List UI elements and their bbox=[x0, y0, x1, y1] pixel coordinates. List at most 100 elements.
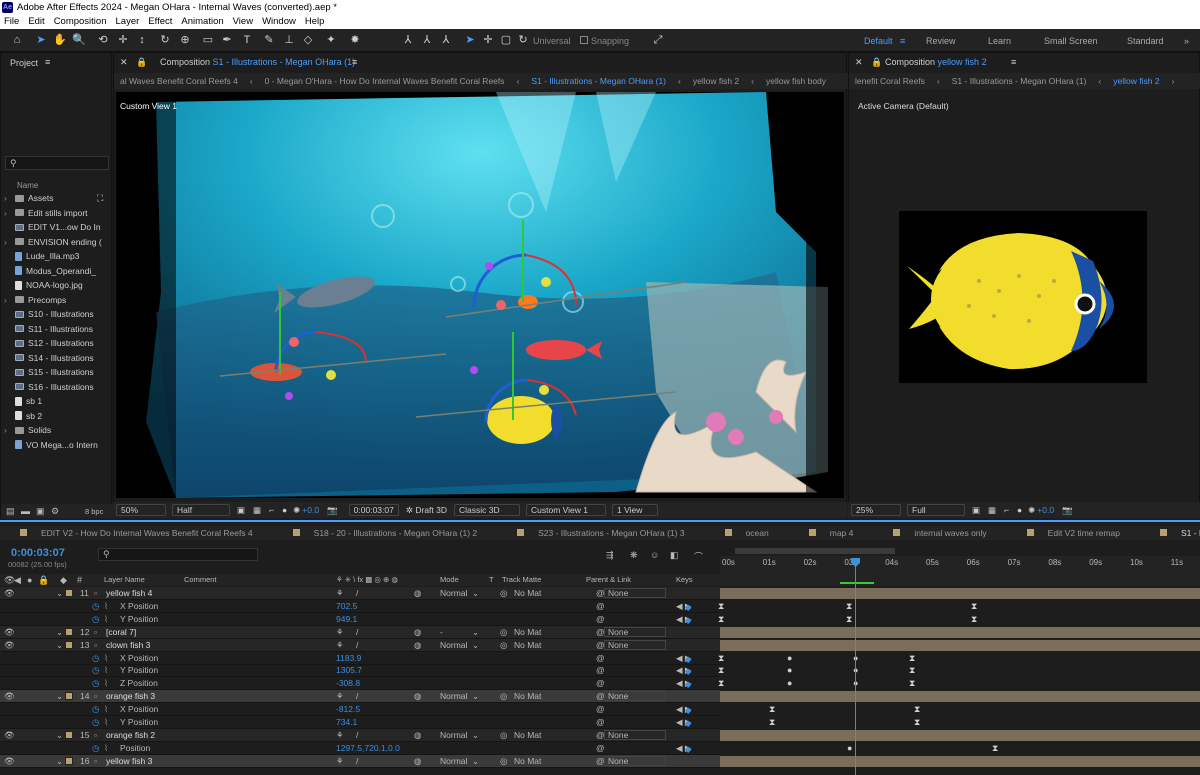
workspace-menu-icon[interactable]: ≡ bbox=[900, 36, 905, 46]
blend-mode-dropdown[interactable]: Normal bbox=[440, 730, 467, 740]
project-item[interactable]: › Precomps bbox=[4, 295, 66, 305]
shy-switch-icon[interactable]: ⚘ bbox=[336, 756, 344, 767]
parent-dropdown[interactable]: None bbox=[604, 729, 666, 740]
layer-name[interactable]: [coral 7] bbox=[106, 627, 136, 637]
renderer-dropdown[interactable]: Classic 3D bbox=[454, 504, 520, 516]
twirl-icon[interactable]: ⌄ bbox=[56, 756, 63, 767]
mode-chevron-icon[interactable]: ⌄ bbox=[472, 756, 479, 767]
project-item[interactable]: S11 - Illustrations bbox=[15, 324, 93, 334]
pan-behind-icon[interactable]: ⊕ bbox=[178, 33, 192, 47]
blend-mode-dropdown[interactable]: Normal bbox=[440, 691, 467, 701]
timeline-tab[interactable]: EDIT V2 - How Do Internal Waves Benefit … bbox=[14, 528, 259, 538]
nav-tab-1[interactable]: lenefit Coral Reefs bbox=[855, 76, 925, 86]
project-item[interactable]: sb 2 bbox=[15, 411, 42, 421]
project-item[interactable]: Modus_Operandi_ bbox=[15, 266, 96, 276]
pan-camera-icon[interactable]: ✛ bbox=[116, 33, 130, 47]
local-axis-icon[interactable]: ⅄ bbox=[401, 33, 415, 47]
timeline-tab[interactable]: Edit V2 time remap bbox=[1021, 528, 1126, 538]
draft-3d-icon[interactable]: ❋ bbox=[630, 550, 638, 561]
nav-tab-2[interactable]: S1 - Illustrations - Megan OHara (1) bbox=[952, 76, 1087, 86]
track-matte-dropdown[interactable]: No Mat bbox=[514, 691, 541, 701]
quality-switch-icon[interactable]: / bbox=[356, 691, 358, 701]
workspace-learn[interactable]: Learn bbox=[988, 36, 1011, 46]
menu-help[interactable]: Help bbox=[305, 16, 325, 27]
rotate-tool-icon[interactable]: ↻ bbox=[158, 33, 172, 47]
layer-row[interactable]: 👁 ⌄ 16 ▫ yellow fish 3 ⚘ / ◍ Normal ⌄ ◎ No Mat @ None bbox=[0, 754, 720, 768]
eye-icon[interactable]: 👁 bbox=[4, 627, 15, 638]
nav-tab-4[interactable]: yellow fish 2 bbox=[693, 76, 739, 86]
project-item[interactable]: › ENVISION ending ( bbox=[4, 237, 102, 247]
mode-chevron-icon[interactable]: ⌄ bbox=[472, 730, 479, 741]
lock-icon[interactable]: 🔒 bbox=[136, 57, 147, 68]
project-item[interactable]: S10 - Illustrations bbox=[15, 309, 94, 319]
layer-duration-bar[interactable] bbox=[720, 588, 1200, 599]
layer-row[interactable]: 👁 ⌄ 11 ▫ yellow fish 4 ⚘ / ◍ Normal ⌄ ◎ No Mat @ None bbox=[0, 587, 720, 600]
blend-mode-dropdown[interactable]: Normal bbox=[440, 588, 467, 598]
project-item[interactable]: EDIT V1...ow Do In bbox=[15, 222, 101, 232]
timeline-tab[interactable]: S1 - Illustr bbox=[1154, 528, 1200, 538]
parent-dropdown[interactable]: None bbox=[604, 639, 666, 650]
stopwatch-icon[interactable]: ◷ bbox=[92, 614, 99, 625]
stopwatch-icon[interactable]: ◷ bbox=[92, 704, 99, 715]
menu-effect[interactable]: Effect bbox=[148, 16, 172, 27]
composition-menu-icon[interactable]: ≡ bbox=[352, 57, 357, 67]
label-color-swatch[interactable] bbox=[65, 730, 73, 739]
3d-view-dropdown[interactable]: Custom View 1 bbox=[526, 504, 606, 516]
layer-row[interactable]: 👁 ⌄ 14 ▫ orange fish 3 ⚘ / ◍ Normal ⌄ ◎ No Mat @ None bbox=[0, 690, 720, 704]
nav-tab-3[interactable]: S1 - Illustrations - Megan OHara (1) bbox=[531, 76, 666, 86]
workspace-default[interactable]: Default bbox=[864, 36, 893, 46]
property-row[interactable]: ◷ ⌇ Y Position 1305.7 @ ◀ ◆ ▶ bbox=[0, 664, 720, 678]
project-item[interactable]: S16 - Illustrations bbox=[15, 382, 94, 392]
mask-visibility-icon[interactable]: ⌐ bbox=[1004, 505, 1009, 515]
menu-view[interactable]: View bbox=[233, 16, 253, 27]
project-search-input[interactable]: ⚲ bbox=[5, 156, 109, 170]
project-item[interactable]: S14 - Illustrations bbox=[15, 353, 94, 363]
property-row[interactable]: ◷ ⌇ Position 1297.5,720.1,0.0 @ ◀ ◆ ▶ bbox=[0, 742, 720, 755]
keyframe[interactable]: ● bbox=[787, 665, 792, 675]
project-flowchart-icon[interactable]: ⛶ bbox=[97, 193, 103, 204]
keyframe-navigator[interactable]: ◀ ◆ ▶ bbox=[676, 665, 691, 676]
mask-visibility-icon[interactable]: ⌐ bbox=[269, 505, 274, 515]
keyframe[interactable]: ⧗ bbox=[718, 678, 724, 689]
eye-icon[interactable]: 👁 bbox=[4, 730, 15, 741]
pickwhip-icon[interactable]: @ bbox=[596, 678, 605, 688]
3d-layer-switch-icon[interactable]: ◍ bbox=[414, 640, 421, 651]
property-row[interactable]: ◷ ⌇ Z Position -308.8 @ ◀ ◆ ▶ bbox=[0, 677, 720, 691]
color-channel-icon[interactable]: ● bbox=[282, 505, 287, 515]
workspace-standard[interactable]: Standard bbox=[1127, 36, 1164, 46]
shy-switch-icon[interactable]: ⚘ bbox=[336, 730, 344, 741]
view-axis-icon[interactable]: ⅄ bbox=[439, 33, 453, 47]
quality-switch-icon[interactable]: / bbox=[356, 756, 358, 766]
selection-3d-icon[interactable]: ➤ bbox=[463, 33, 477, 47]
keyframe-navigator[interactable]: ◀ ◆ ▶ bbox=[676, 743, 691, 754]
blend-mode-dropdown[interactable]: Normal bbox=[440, 640, 467, 650]
move-3d-icon[interactable]: ✛ bbox=[481, 33, 495, 47]
keyframe[interactable]: ⧗ bbox=[909, 653, 915, 664]
parent-dropdown[interactable]: None bbox=[604, 755, 666, 766]
property-row[interactable]: ◷ ⌇ X Position 702.5 @ ◀ ◆ ▶ bbox=[0, 600, 720, 613]
exposure-icon[interactable]: ✺ bbox=[1028, 505, 1035, 516]
composition-name[interactable]: yellow fish 2 bbox=[938, 57, 987, 67]
stopwatch-icon[interactable]: ◷ bbox=[92, 653, 99, 664]
keyframe[interactable]: ⧗ bbox=[718, 653, 724, 664]
eye-icon[interactable]: 👁 bbox=[4, 640, 15, 651]
3d-layer-switch-icon[interactable]: ◍ bbox=[414, 627, 421, 638]
hand-tool-icon[interactable]: ✋ bbox=[53, 33, 67, 47]
expand-icon[interactable]: › bbox=[4, 208, 7, 218]
keyframe[interactable]: ⧗ bbox=[914, 717, 920, 728]
3d-layer-switch-icon[interactable]: ◍ bbox=[414, 691, 421, 702]
resolution-dropdown[interactable]: Full bbox=[907, 504, 965, 516]
keyframe[interactable]: ⧗ bbox=[914, 704, 920, 715]
shy-layers-icon[interactable]: ☺ bbox=[650, 550, 659, 560]
transparency-grid-icon[interactable]: ▦ bbox=[253, 505, 261, 516]
stopwatch-icon[interactable]: ◷ bbox=[92, 717, 99, 728]
expand-icon[interactable]: › bbox=[4, 295, 7, 305]
track-matte-header[interactable]: Track Matte bbox=[502, 575, 541, 584]
region-of-interest-icon[interactable]: ▣ bbox=[237, 505, 245, 516]
twirl-icon[interactable]: ⌄ bbox=[56, 588, 63, 599]
bit-depth-label[interactable]: 8 bpc bbox=[85, 507, 103, 516]
eraser-tool-icon[interactable]: ◇ bbox=[301, 33, 315, 47]
composition-viewer[interactable]: Custom View 1 bbox=[116, 92, 844, 498]
pickwhip-icon[interactable]: @ bbox=[596, 717, 605, 727]
project-item[interactable]: › Assets bbox=[4, 193, 54, 203]
